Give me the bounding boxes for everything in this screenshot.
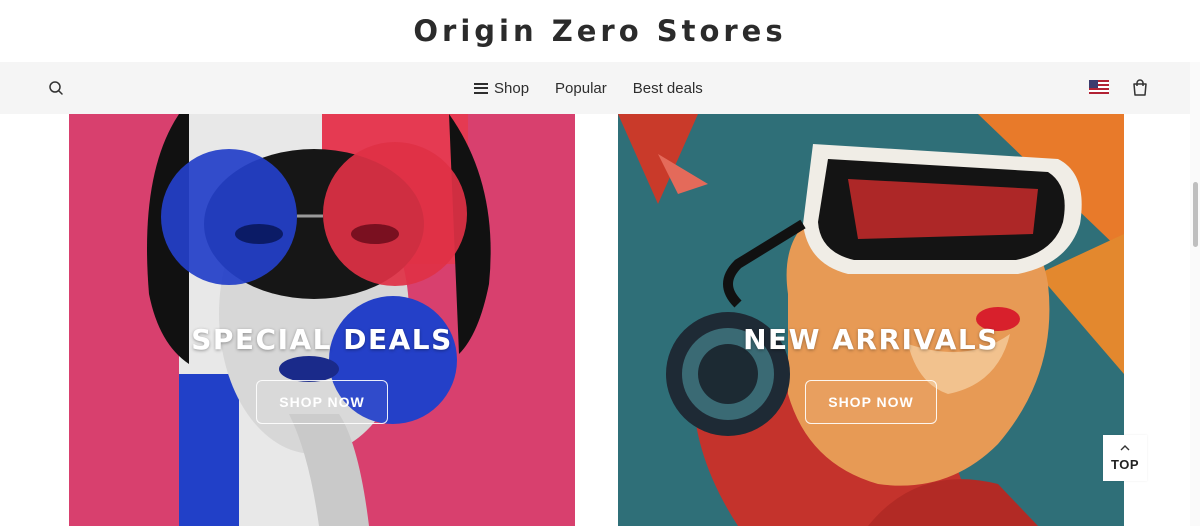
page-scrollbar[interactable] <box>1190 62 1200 526</box>
main-navigation: Shop Popular Best deals <box>0 62 1190 114</box>
nav-item-label: Best deals <box>632 79 703 97</box>
promo-card-special-deals[interactable]: SPECIAL DEALS SHOP NOW <box>69 114 575 526</box>
nav-item-shop[interactable]: Shop <box>474 80 529 97</box>
promo-title: NEW ARRIVALS <box>743 323 999 356</box>
promo-card-new-arrivals[interactable]: NEW ARRIVALS SHOP NOW <box>618 114 1124 526</box>
hamburger-menu-icon <box>474 82 488 94</box>
site-header: Origin Zero Stores <box>0 0 1200 62</box>
promo-image-woman-glasses <box>69 114 575 526</box>
shopping-bag-icon[interactable] <box>1131 78 1149 98</box>
promo-image-vr-headset <box>618 114 1124 526</box>
search-icon[interactable] <box>46 78 66 98</box>
nav-links: Shop Popular Best deals <box>474 62 703 114</box>
shop-now-button[interactable]: SHOP NOW <box>256 380 388 424</box>
nav-item-label: Popular <box>555 79 607 97</box>
nav-item-label: Shop <box>494 79 530 97</box>
chevron-up-icon <box>1119 444 1131 454</box>
shop-now-button[interactable]: SHOP NOW <box>805 380 937 424</box>
nav-item-best-deals[interactable]: Best deals <box>633 80 703 97</box>
back-to-top-label: TOP <box>1111 457 1139 472</box>
back-to-top-button[interactable]: TOP <box>1103 435 1147 481</box>
promo-title: SPECIAL DEALS <box>191 323 453 356</box>
nav-item-popular[interactable]: Popular <box>555 80 607 97</box>
scrollbar-thumb[interactable] <box>1193 182 1198 247</box>
us-flag-icon[interactable] <box>1089 80 1109 99</box>
site-logo-title[interactable]: Origin Zero Stores <box>0 14 1200 48</box>
